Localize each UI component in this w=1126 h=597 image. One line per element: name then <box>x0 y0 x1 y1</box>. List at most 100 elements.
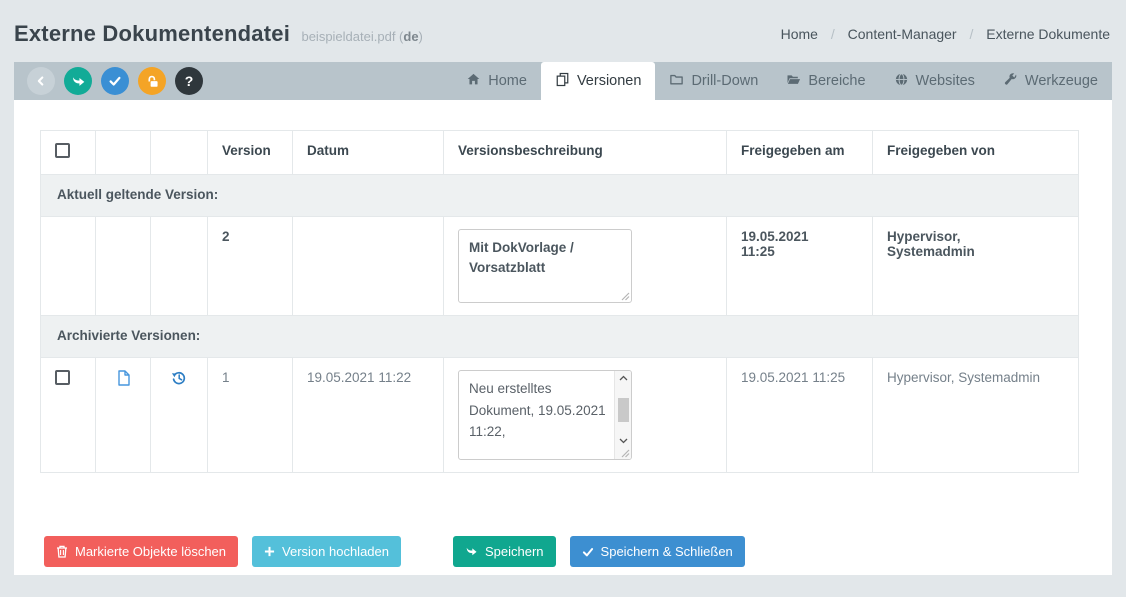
resize-grip-icon[interactable] <box>621 449 630 458</box>
page-title: Externe Dokumentendatei <box>14 21 290 46</box>
versions-table: Version Datum Versionsbeschreibung Freig… <box>40 130 1079 473</box>
help-button[interactable]: ? <box>175 67 203 95</box>
cell-empty <box>96 217 151 316</box>
scroll-down-icon[interactable] <box>618 437 629 445</box>
wrench-icon <box>1003 72 1018 91</box>
cell-restore-action <box>151 358 208 473</box>
plus-icon <box>264 546 275 557</box>
copy-icon <box>555 72 570 91</box>
cell-version: 2 <box>208 217 293 316</box>
tab-drill-down[interactable]: Drill-Down <box>655 62 772 100</box>
tab-label: Versionen <box>577 73 642 89</box>
tab-bar: Home Versionen Drill-Down <box>452 62 1112 100</box>
subtitle-language: de <box>403 29 418 44</box>
section-label: Archivierte Versionen: <box>41 316 1079 358</box>
trash-icon <box>56 545 68 558</box>
cell-file-action <box>96 358 151 473</box>
toolbar: ? Home Versionen Drill-Down <box>14 62 1112 100</box>
tab-versionen[interactable]: Versionen <box>541 62 656 100</box>
upload-version-button[interactable]: Version hochladen <box>252 536 401 567</box>
chevron-left-icon <box>34 74 48 88</box>
save-arrow-icon <box>465 545 478 558</box>
tab-websites[interactable]: Websites <box>880 62 989 100</box>
footer-actions: Markierte Objekte löschen Version hochla… <box>44 536 745 567</box>
scroll-up-icon[interactable] <box>618 374 629 382</box>
header-freigegeben-von: Freigegeben von <box>873 131 1079 175</box>
tab-label: Websites <box>916 73 975 89</box>
breadcrumb-separator: / <box>831 26 835 42</box>
section-current-version: Aktuell geltende Version: <box>41 175 1079 217</box>
description-text: Mit DokVorlage / Vorsatzblatt <box>469 240 574 275</box>
scrollbar[interactable] <box>614 371 631 459</box>
freigegeben-von-text: Hypervisor, Systemadmin <box>887 229 1012 259</box>
scrollbar-thumb[interactable] <box>618 398 629 422</box>
cell-datum: 19.05.2021 11:22 <box>293 358 444 473</box>
home-icon <box>466 72 481 91</box>
check-icon <box>108 74 122 88</box>
back-button[interactable] <box>27 67 55 95</box>
subtitle-filename: beispieldatei.pdf ( <box>301 29 403 44</box>
save-and-close-button[interactable]: Speichern & Schließen <box>570 536 745 567</box>
save-close-button-toolbar[interactable] <box>101 67 129 95</box>
cell-select <box>41 358 96 473</box>
section-label: Aktuell geltende Version: <box>41 175 1079 217</box>
history-icon[interactable] <box>171 370 187 386</box>
cell-freigegeben-von: Hypervisor, Systemadmin <box>873 358 1079 473</box>
subtitle-close-paren: ) <box>419 29 423 44</box>
select-all-checkbox[interactable] <box>55 143 70 158</box>
delete-selected-button[interactable]: Markierte Objekte löschen <box>44 536 238 567</box>
select-all-cell <box>41 131 96 175</box>
file-icon[interactable] <box>116 370 131 386</box>
breadcrumb-content-manager[interactable]: Content-Manager <box>848 26 957 42</box>
description-textarea[interactable]: Mit DokVorlage / Vorsatzblatt <box>458 229 632 303</box>
button-label: Version hochladen <box>282 544 389 559</box>
breadcrumb: Home / Content-Manager / Externe Dokumen… <box>781 26 1110 42</box>
question-icon: ? <box>185 73 194 89</box>
tab-label: Bereiche <box>808 73 865 89</box>
resize-grip-icon[interactable] <box>621 292 630 301</box>
cell-empty <box>41 217 96 316</box>
version-row-1: 1 19.05.2021 11:22 Neu erstelltes Dokume… <box>41 358 1079 473</box>
version-row-2: 2 Mit DokVorlage / Vorsatzblatt 19.05.20… <box>41 217 1079 316</box>
title-wrap: Externe Dokumentendatei beispieldatei.pd… <box>14 21 423 47</box>
button-label: Speichern & Schließen <box>601 544 733 559</box>
save-button-toolbar[interactable] <box>64 67 92 95</box>
save-arrow-icon <box>71 74 86 89</box>
tab-label: Werkzeuge <box>1025 73 1098 89</box>
breadcrumb-home[interactable]: Home <box>781 26 818 42</box>
button-label: Markierte Objekte löschen <box>75 544 226 559</box>
page-subtitle: beispieldatei.pdf (de) <box>301 29 422 44</box>
cell-empty <box>151 217 208 316</box>
header-empty-2 <box>151 131 208 175</box>
check-icon <box>582 546 594 558</box>
breadcrumb-separator: / <box>969 26 973 42</box>
section-archived-versions: Archivierte Versionen: <box>41 316 1079 358</box>
tab-label: Drill-Down <box>691 73 758 89</box>
header-empty-1 <box>96 131 151 175</box>
tab-label: Home <box>488 73 527 89</box>
cell-datum <box>293 217 444 316</box>
row-checkbox[interactable] <box>55 370 70 385</box>
header-freigegeben-am: Freigegeben am <box>727 131 873 175</box>
globe-icon <box>894 72 909 91</box>
folder-icon <box>669 72 684 91</box>
folder-open-icon <box>786 72 801 91</box>
tab-bereiche[interactable]: Bereiche <box>772 62 879 100</box>
unlock-button[interactable] <box>138 67 166 95</box>
cell-beschreibung: Mit DokVorlage / Vorsatzblatt <box>444 217 727 316</box>
button-label: Speichern <box>485 544 544 559</box>
content-panel: Version Datum Versionsbeschreibung Freig… <box>14 100 1112 575</box>
description-text: Neu erstelltes Dokument, 19.05.2021 11:2… <box>459 371 614 459</box>
cell-freigegeben-am: 19.05.2021 11:25 <box>727 358 873 473</box>
cell-freigegeben-von: Hypervisor, Systemadmin <box>873 217 1079 316</box>
header-versionsbeschreibung: Versionsbeschreibung <box>444 131 727 175</box>
save-button[interactable]: Speichern <box>453 536 556 567</box>
tab-werkzeuge[interactable]: Werkzeuge <box>989 62 1112 100</box>
breadcrumb-externe-dokumente[interactable]: Externe Dokumente <box>986 26 1110 42</box>
cell-version: 1 <box>208 358 293 473</box>
header-datum: Datum <box>293 131 444 175</box>
cell-beschreibung: Neu erstelltes Dokument, 19.05.2021 11:2… <box>444 358 727 473</box>
cell-freigegeben-am: 19.05.2021 11:25 <box>727 217 873 316</box>
description-textarea[interactable]: Neu erstelltes Dokument, 19.05.2021 11:2… <box>458 370 632 460</box>
tab-home[interactable]: Home <box>452 62 541 100</box>
